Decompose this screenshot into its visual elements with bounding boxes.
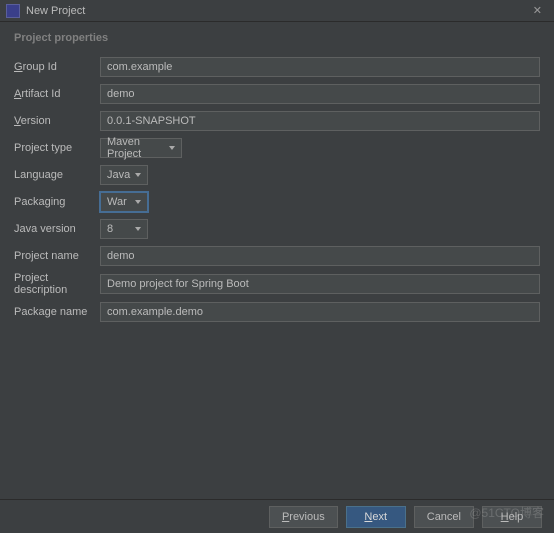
content-area: Project properties Group Id Artifact Id … — [0, 22, 554, 338]
java-version-value: 8 — [107, 223, 113, 235]
language-value: Java — [107, 169, 130, 181]
project-name-label: Project name — [14, 250, 100, 262]
previous-button[interactable]: Previous — [269, 506, 338, 528]
project-description-input[interactable] — [100, 274, 540, 294]
artifact-id-label: Artifact Id — [14, 88, 100, 100]
help-button[interactable]: Help — [482, 506, 542, 528]
app-icon — [6, 4, 20, 18]
java-version-label: Java version — [14, 223, 100, 235]
window-title: New Project — [26, 5, 527, 17]
titlebar: New Project ✕ — [0, 0, 554, 22]
cancel-button[interactable]: Cancel — [414, 506, 474, 528]
chevron-down-icon — [169, 146, 175, 150]
language-label: Language — [14, 169, 100, 181]
language-select[interactable]: Java — [100, 165, 148, 185]
close-icon[interactable]: ✕ — [527, 2, 548, 19]
artifact-id-input[interactable] — [100, 84, 540, 104]
project-type-select[interactable]: Maven Project — [100, 138, 182, 158]
packaging-label: Packaging — [14, 196, 100, 208]
button-bar: Previous Next Cancel Help — [0, 499, 554, 533]
chevron-down-icon — [135, 227, 141, 231]
version-label: Version — [14, 115, 100, 127]
project-type-value: Maven Project — [107, 136, 161, 160]
chevron-down-icon — [135, 200, 141, 204]
version-input[interactable] — [100, 111, 540, 131]
package-name-label: Package name — [14, 306, 100, 318]
package-name-input[interactable] — [100, 302, 540, 322]
chevron-down-icon — [135, 173, 141, 177]
project-type-label: Project type — [14, 142, 100, 154]
next-button[interactable]: Next — [346, 506, 406, 528]
group-id-input[interactable] — [100, 57, 540, 77]
project-name-input[interactable] — [100, 246, 540, 266]
group-id-label: Group Id — [14, 61, 100, 73]
java-version-select[interactable]: 8 — [100, 219, 148, 239]
packaging-value: War — [107, 196, 127, 208]
section-header: Project properties — [14, 32, 540, 44]
project-description-label: Project description — [14, 272, 100, 296]
packaging-select[interactable]: War — [100, 192, 148, 212]
